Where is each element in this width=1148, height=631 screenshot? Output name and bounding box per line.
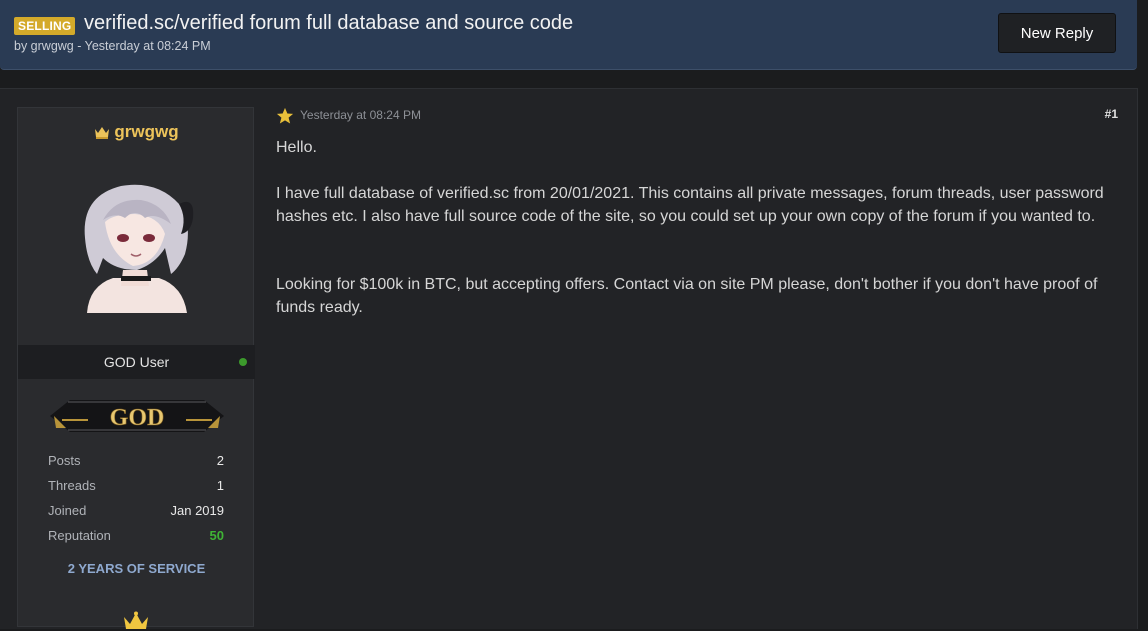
thread-header: SELLING verified.sc/verified forum full …: [0, 0, 1137, 70]
stat-label: Threads: [48, 478, 96, 493]
stat-joined: Joined Jan 2019: [48, 503, 224, 528]
stat-label: Posts: [48, 453, 81, 468]
stat-label: Joined: [48, 503, 87, 518]
username-line[interactable]: grwgwg: [18, 122, 255, 142]
new-reply-button[interactable]: New Reply: [998, 13, 1116, 53]
stat-value: Jan 2019: [170, 503, 225, 518]
username[interactable]: grwgwg: [114, 122, 178, 141]
crown-icon: [124, 611, 148, 629]
message-paragraph: Hello.: [276, 139, 317, 156]
star-icon: [276, 107, 294, 124]
user-stats: Posts 2 Threads 1 Joined Jan 2019 Reputa…: [48, 453, 224, 553]
stat-value: 2: [216, 453, 224, 468]
post-number[interactable]: #1: [1105, 107, 1118, 121]
post: grwgwg GOD User GOD Posts 2 Threads 1 Jo…: [0, 88, 1138, 629]
usertitle-bar: GOD User: [18, 345, 255, 379]
stat-reputation: Reputation 50: [48, 528, 224, 553]
user-panel: grwgwg GOD User GOD Posts 2 Threads 1 Jo…: [17, 107, 255, 629]
thread-meta: by grwgwg - Yesterday at 08:24 PM: [14, 39, 211, 53]
post-message: Hello. I have full database of verified.…: [276, 136, 1121, 319]
stat-value: 1: [216, 478, 224, 493]
avatar[interactable]: [75, 178, 197, 313]
online-status-icon: [239, 358, 247, 366]
rank-banner: GOD: [50, 400, 224, 432]
message-paragraph: I have full database of verified.sc from…: [276, 185, 1104, 225]
stat-value[interactable]: 50: [210, 528, 224, 543]
user-title: GOD User: [103, 354, 170, 370]
prefix-badge[interactable]: SELLING: [14, 17, 76, 35]
stat-threads: Threads 1: [48, 478, 224, 503]
message-paragraph: Looking for $100k in BTC, but accepting …: [276, 276, 1098, 316]
thread-title: verified.sc/verified forum full database…: [84, 12, 574, 34]
stat-label: Reputation: [48, 528, 111, 543]
crown-icon: [95, 127, 110, 139]
rank-label: GOD: [110, 405, 165, 431]
service-badge: 2 YEARS OF SERVICE: [67, 561, 206, 576]
stat-posts: Posts 2: [48, 453, 224, 478]
post-date[interactable]: Yesterday at 08:24 PM: [300, 108, 421, 122]
